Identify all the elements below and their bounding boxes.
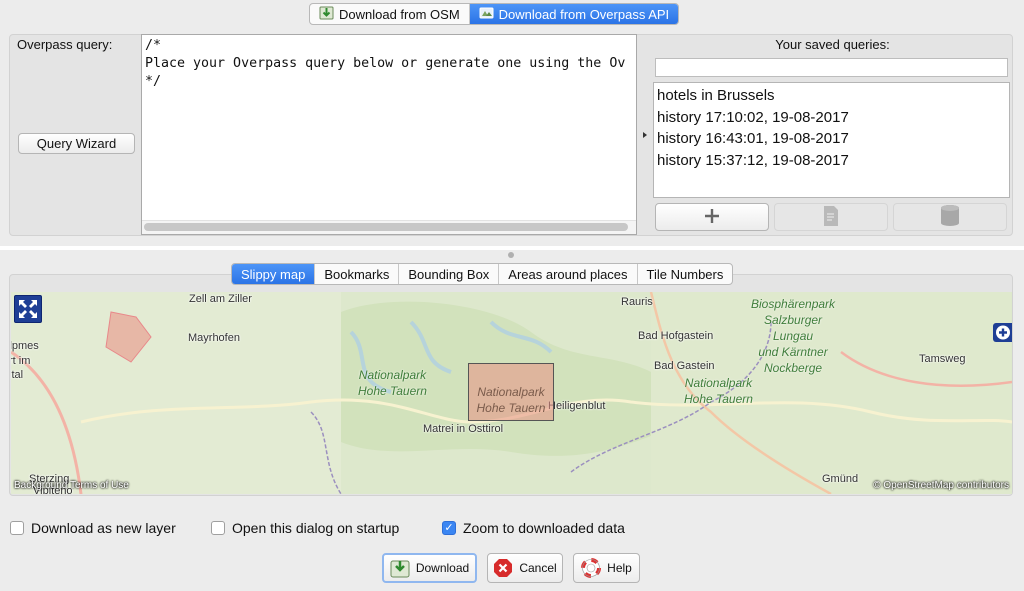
download-as-new-layer-checkbox[interactable]: Download as new layer (10, 520, 176, 536)
list-item[interactable]: history 15:37:12, 19-08-2017 (654, 150, 1009, 172)
tab-download-from-overpass[interactable]: Download from Overpass API (469, 4, 679, 24)
place-label: rt im (11, 355, 31, 367)
place-label: ital (11, 369, 24, 381)
osm-attribution-link[interactable]: © OpenStreetMap contributors (873, 480, 1009, 491)
place-label: Bad Gastein (654, 360, 715, 372)
help-button[interactable]: Help (573, 553, 640, 583)
overpass-icon (479, 5, 494, 23)
tab-label: Download from Overpass API (498, 6, 670, 22)
tab-bounding-box[interactable]: Bounding Box (399, 264, 500, 284)
zoom-in-button[interactable] (993, 323, 1012, 342)
checkbox-label: Zoom to downloaded data (463, 520, 625, 536)
selection-label: Nationalpark Hohe Tauern (476, 385, 546, 415)
place-label: Rauris (621, 296, 653, 308)
cancel-icon (493, 558, 513, 578)
query-wizard-button[interactable]: Query Wizard (18, 133, 135, 154)
lifebuoy-icon (581, 558, 602, 578)
delete-icon (940, 204, 960, 231)
fullscreen-button[interactable] (14, 295, 42, 323)
place-label: ilpmes (11, 340, 39, 352)
horizontal-scrollbar-thumb[interactable] (144, 223, 628, 231)
download-button[interactable]: Download (382, 553, 477, 583)
tab-download-from-osm[interactable]: Download from OSM (310, 4, 470, 24)
fullscreen-icon (19, 300, 37, 318)
place-label: Gmünd (822, 473, 859, 485)
area-selector-tabs: Slippy map Bookmarks Bounding Box Areas … (231, 263, 734, 285)
slippy-map[interactable]: Zell am Ziller Mayrhofen Rauris Bad Hofg… (11, 292, 1012, 494)
overpass-query-editor[interactable]: /* Place your Overpass query below or ge… (141, 34, 637, 235)
checkmark-icon[interactable]: ✓ (442, 521, 456, 535)
place-label: Bad Hofgastein (638, 330, 714, 342)
park-label: Nationalpark Hohe Tauern (684, 376, 753, 406)
checkbox-box[interactable] (10, 521, 24, 535)
saved-queries-label: Your saved queries: (775, 37, 890, 52)
help-label: Help (607, 561, 632, 575)
query-text[interactable]: /* Place your Overpass query below or ge… (142, 35, 636, 93)
place-label: Zell am Ziller (189, 293, 252, 305)
cancel-button[interactable]: Cancel (487, 553, 563, 583)
download-osm-icon (319, 5, 334, 23)
tab-label: Download from OSM (339, 6, 460, 22)
saved-queries-splitter[interactable] (639, 34, 651, 235)
download-icon (390, 558, 410, 578)
place-label: Heiligenblut (548, 400, 606, 412)
saved-queries-filter-input[interactable] (655, 58, 1008, 77)
overpass-query-label: Overpass query: (17, 37, 113, 52)
saved-queries-list[interactable]: hotels in Brussels history 17:10:02, 19-… (653, 82, 1010, 198)
add-query-button[interactable] (655, 203, 769, 231)
checkbox-box[interactable] (211, 521, 225, 535)
list-item[interactable]: history 17:10:02, 19-08-2017 (654, 107, 1009, 129)
edit-icon (822, 205, 840, 230)
tab-tile-numbers[interactable]: Tile Numbers (638, 264, 733, 284)
park-label: Nationalpark Hohe Tauern (358, 368, 427, 398)
checkbox-label: Download as new layer (31, 520, 176, 536)
download-label: Download (415, 561, 470, 575)
download-source-tabs: Download from OSM Download from Overpass… (309, 3, 680, 25)
zoom-to-downloaded-data-checkbox[interactable]: ✓ Zoom to downloaded data (442, 520, 625, 536)
park-label: Biosphärenpark Salzburger Lungau und Kär… (751, 297, 836, 375)
divider-handle[interactable] (508, 252, 514, 258)
open-dialog-on-startup-checkbox[interactable]: Open this dialog on startup (211, 520, 399, 536)
panel-divider (0, 246, 1024, 250)
plus-icon (996, 325, 1010, 340)
tab-areas-around-places[interactable]: Areas around places (499, 264, 638, 284)
list-item[interactable]: history 16:43:01, 19-08-2017 (654, 128, 1009, 150)
tab-bookmarks[interactable]: Bookmarks (315, 264, 400, 284)
plus-icon (703, 207, 721, 228)
delete-query-button[interactable] (893, 203, 1007, 231)
download-area-selection[interactable]: Nationalpark Hohe Tauern (468, 363, 554, 421)
place-label: Mayrhofen (188, 332, 240, 344)
checkbox-label: Open this dialog on startup (232, 520, 400, 536)
cancel-label: Cancel (519, 561, 557, 575)
tab-slippy-map[interactable]: Slippy map (232, 264, 316, 284)
background-terms-link[interactable]: Background Terms of Use (14, 480, 129, 491)
edit-query-button[interactable] (774, 203, 888, 231)
list-item[interactable]: hotels in Brussels (654, 85, 1009, 107)
place-label: Matrei in Osttirol (423, 423, 504, 435)
place-label: Tamsweg (919, 353, 966, 365)
expand-arrow-icon[interactable] (643, 131, 647, 138)
